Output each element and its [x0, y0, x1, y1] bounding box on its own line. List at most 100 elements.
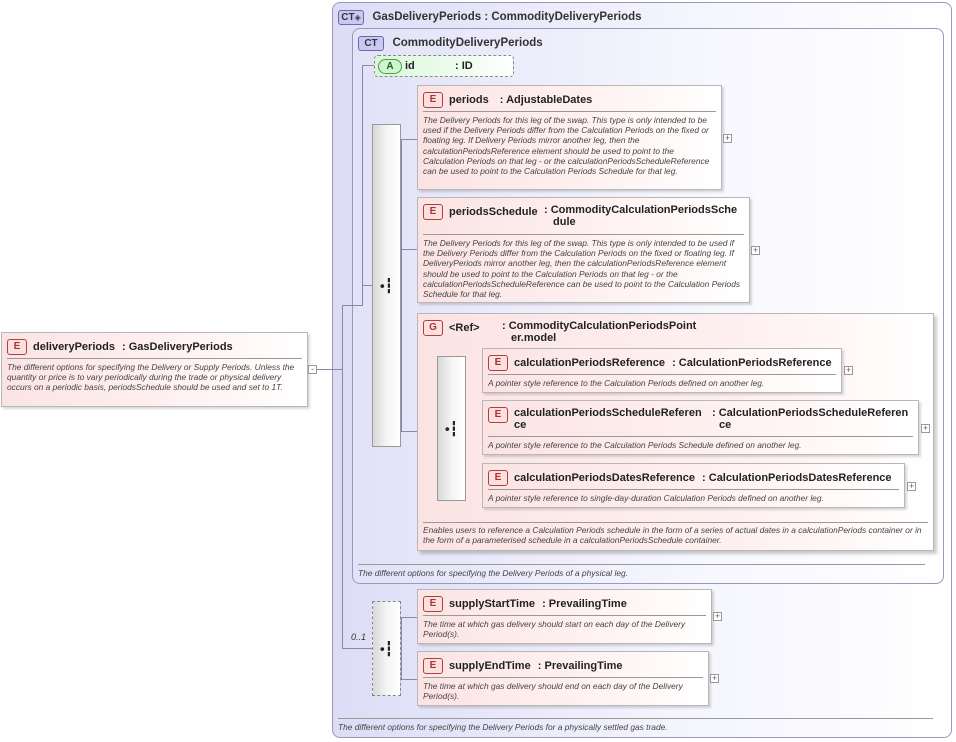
expand-button[interactable]: + [921, 424, 930, 433]
element-doc: A pointer style reference to the Calcula… [488, 378, 765, 388]
element-badge: E [7, 339, 27, 355]
gas-delivery-periods-separator [338, 718, 933, 719]
optional-sequence-compositor[interactable]: •┇ [372, 601, 401, 696]
gas-delivery-periods-title: GasDeliveryPeriods : CommodityDeliveryPe… [372, 11, 642, 23]
commodity-delivery-periods-title: CommodityDeliveryPeriods [392, 37, 543, 49]
root-element-type: : GasDeliveryPeriods [122, 340, 233, 353]
commodity-delivery-periods-doc: The different options for specifying the… [358, 568, 628, 578]
element-type-line2: dule [553, 216, 576, 228]
element-badge: E [488, 355, 508, 371]
root-element-doc: The different options for specifying the… [7, 362, 295, 393]
occurrence-label: 0..1 [351, 632, 367, 642]
group-header: G <Ref> [423, 320, 480, 336]
element-badge: E [488, 470, 508, 486]
element-doc: A pointer style reference to single-day-… [488, 493, 824, 503]
connector [401, 139, 417, 140]
connector [362, 65, 374, 66]
expand-button[interactable]: + [751, 246, 760, 255]
element-header: EsupplyStartTime : PrevailingTime [423, 596, 627, 612]
gas-delivery-periods-header: CT◈ GasDeliveryPeriods : CommodityDelive… [338, 7, 642, 25]
element-name: calculationPeriodsScheduleReferen ce [514, 407, 702, 431]
attribute-id[interactable]: A id : ID [374, 55, 514, 77]
group-name: <Ref> [449, 321, 480, 334]
separator [423, 522, 928, 523]
connector [342, 305, 362, 306]
commodity-delivery-periods-separator [358, 564, 925, 565]
connector [342, 305, 343, 649]
root-element-name: deliveryPeriods [33, 340, 115, 353]
element-header: Eperiods : AdjustableDates [423, 92, 592, 108]
group-type-line2: er.model [511, 332, 557, 344]
expand-button[interactable]: + [723, 134, 732, 143]
element-type: : AdjustableDates [499, 93, 593, 106]
sequence-icon: •┇ [444, 420, 459, 436]
element-header: EcalculationPeriodsDatesReference : Calc… [488, 470, 892, 486]
connector [362, 65, 363, 306]
commodity-delivery-periods-header: CT CommodityDeliveryPeriods [358, 33, 543, 51]
element-doc: The time at which gas delivery should st… [423, 619, 686, 640]
separator [423, 234, 744, 235]
element-name: calculationPeriodsReference [514, 356, 666, 369]
connector [401, 617, 417, 618]
element-supply-start-time[interactable]: EsupplyStartTime : PrevailingTime The ti… [417, 589, 712, 644]
group-type-line1: : CommodityCalculationPeriodsPoint [502, 320, 697, 332]
sequence-icon: •┇ [379, 640, 394, 656]
element-type: : PrevailingTime [542, 597, 627, 610]
element-header: EcalculationPeriodsReference : Calculati… [488, 355, 832, 371]
element-type-line1: : CalculationPeriodsScheduleReferen [712, 407, 909, 419]
complex-type-badge: CT [358, 36, 384, 51]
element-name: supplyEndTime [449, 659, 531, 672]
gas-delivery-periods-doc: The different options for specifying the… [338, 722, 668, 732]
separator [488, 374, 836, 375]
root-element-delivery-periods[interactable]: EdeliveryPeriods : GasDeliveryPeriods Th… [1, 332, 308, 407]
collapse-button[interactable]: - [308, 365, 317, 374]
element-badge: E [423, 204, 443, 220]
element-periods-schedule[interactable]: EperiodsSchedule : CommodityCalculationP… [417, 197, 750, 303]
element-badge: E [423, 596, 443, 612]
separator [7, 358, 302, 359]
element-name: periodsSchedule [449, 205, 538, 218]
separator [488, 436, 913, 437]
element-calculation-periods-reference[interactable]: EcalculationPeriodsReference : Calculati… [482, 348, 842, 393]
element-type: : PrevailingTime [537, 659, 623, 672]
element-doc: The time at which gas delivery should en… [423, 681, 683, 702]
group-type: : CommodityCalculationPeriodsPoint er.mo… [502, 320, 696, 344]
element-type: : CalculationPeriodsDatesReference [702, 471, 892, 484]
element-name: supplyStartTime [449, 597, 535, 610]
complex-type-badge: CT◈ [338, 10, 364, 25]
sequence-compositor[interactable]: •┇ [372, 124, 401, 447]
expand-button[interactable]: + [907, 482, 916, 491]
element-periods[interactable]: Eperiods : AdjustableDates The Delivery … [417, 85, 722, 190]
attribute-badge: A [378, 59, 402, 74]
element-supply-end-time[interactable]: EsupplyEndTime : PrevailingTime The time… [417, 651, 709, 706]
element-name: periods [449, 93, 489, 106]
connector [362, 285, 372, 286]
element-doc: The Delivery Periods for this leg of the… [423, 115, 710, 177]
connector [401, 249, 417, 250]
element-badge: E [423, 92, 443, 108]
sequence-compositor[interactable]: •┇ [437, 356, 466, 501]
expand-button[interactable]: + [844, 366, 853, 375]
expand-button[interactable]: + [713, 612, 722, 621]
connector [401, 139, 402, 431]
element-name-line1: calculationPeriodsScheduleReferen [514, 407, 702, 419]
element-doc: The Delivery Periods for this leg of the… [423, 238, 741, 300]
expand-button[interactable]: + [710, 674, 719, 683]
connector [401, 617, 402, 679]
connector [401, 431, 417, 432]
separator [488, 489, 899, 490]
sequence-icon: •┇ [379, 277, 394, 293]
root-element-header: EdeliveryPeriods : GasDeliveryPeriods [7, 339, 233, 355]
element-type-line1: : CommodityCalculationPeriodsSche [544, 204, 738, 216]
element-calculation-periods-dates-reference[interactable]: EcalculationPeriodsDatesReference : Calc… [482, 463, 905, 508]
element-type: : CommodityCalculationPeriodsSche dule [544, 204, 737, 228]
connector [342, 648, 372, 649]
element-type-line2: ce [719, 419, 732, 431]
group-doc: Enables users to reference a Calculation… [423, 525, 922, 546]
attribute-type: : ID [455, 60, 473, 72]
element-calculation-periods-schedule-reference[interactable]: E calculationPeriodsScheduleReferen ce :… [482, 400, 919, 455]
separator [423, 677, 703, 678]
element-doc: A pointer style reference to the Calcula… [488, 440, 802, 450]
element-name-line2: ce [514, 419, 527, 431]
separator [423, 111, 716, 112]
